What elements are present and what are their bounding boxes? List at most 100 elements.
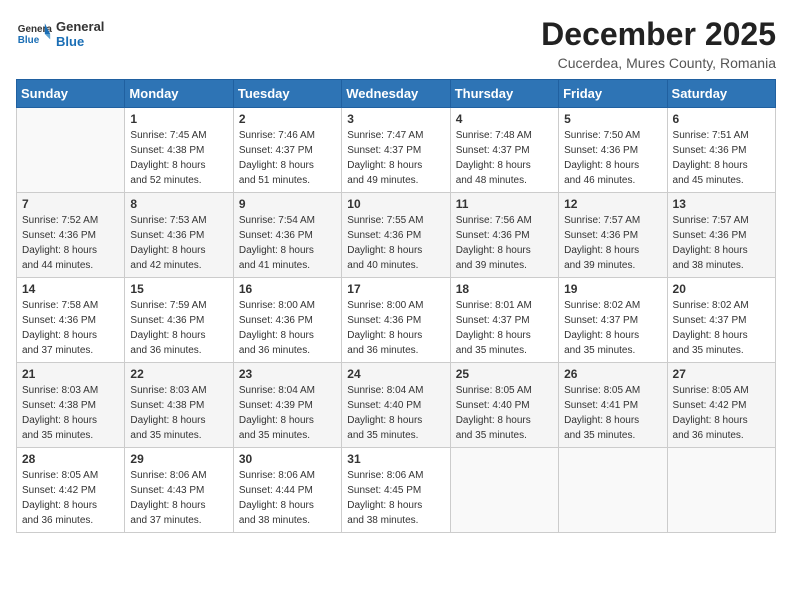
weekday-header-friday: Friday [559,80,667,108]
day-number: 8 [130,197,227,211]
logo-blue-text: Blue [56,34,104,49]
day-cell: 4 Sunrise: 7:48 AM Sunset: 4:37 PM Daylig… [450,108,558,193]
day-cell: 24Sunrise: 8:04 AM Sunset: 4:40 PM Dayli… [342,363,450,448]
day-cell: 29 Sunrise: 8:06 AM Sunset: 4:43 PM Dayli… [125,448,233,533]
day-cell: 13 Sunrise: 7:57 AM Sunset: 4:36 PM Dayli… [667,193,775,278]
day-info: Sunrise: 7:58 AM Sunset: 4:36 PM Dayligh… [22,298,119,358]
day-cell: 8 Sunrise: 7:53 AM Sunset: 4:36 PM Daylig… [125,193,233,278]
weekday-header-sunday: Sunday [17,80,125,108]
day-info: Sunrise: 7:57 AM Sunset: 4:36 PM Dayligh… [564,213,661,273]
logo: General Blue General Blue [16,16,104,52]
day-cell: 10 Sunrise: 7:55 AM Sunset: 4:36 PM Dayli… [342,193,450,278]
week-row-5: 28 Sunrise: 8:05 AM Sunset: 4:42 PM Dayli… [17,448,776,533]
day-info: Sunrise: 7:47 AM Sunset: 4:37 PM Dayligh… [347,128,444,188]
weekday-header-saturday: Saturday [667,80,775,108]
day-info: Sunrise: 8:03 AM Sunset: 4:38 PM Dayligh… [130,383,227,443]
day-number: 1 [130,112,227,126]
day-cell [450,448,558,533]
day-info: Sunrise: 7:59 AM Sunset: 4:36 PM Dayligh… [130,298,227,358]
day-info: Sunrise: 7:46 AM Sunset: 4:37 PM Dayligh… [239,128,336,188]
day-info: Sunrise: 8:06 AM Sunset: 4:43 PM Dayligh… [130,468,227,528]
day-number: 11 [456,197,553,211]
day-number: 16 [239,282,336,296]
day-number: 17 [347,282,444,296]
day-info: Sunrise: 7:52 AM Sunset: 4:36 PM Dayligh… [22,213,119,273]
calendar-table: SundayMondayTuesdayWednesdayThursdayFrid… [16,79,776,533]
weekday-header-tuesday: Tuesday [233,80,341,108]
day-number: 13 [673,197,770,211]
day-info: Sunrise: 8:02 AM Sunset: 4:37 PM Dayligh… [673,298,770,358]
day-info: Sunrise: 8:04 AM Sunset: 4:39 PM Dayligh… [239,383,336,443]
day-info: Sunrise: 7:54 AM Sunset: 4:36 PM Dayligh… [239,213,336,273]
day-info: Sunrise: 7:56 AM Sunset: 4:36 PM Dayligh… [456,213,553,273]
day-number: 7 [22,197,119,211]
day-cell: 2 Sunrise: 7:46 AM Sunset: 4:37 PM Daylig… [233,108,341,193]
day-info: Sunrise: 7:57 AM Sunset: 4:36 PM Dayligh… [673,213,770,273]
day-cell: 15 Sunrise: 7:59 AM Sunset: 4:36 PM Dayli… [125,278,233,363]
day-cell: 20 Sunrise: 8:02 AM Sunset: 4:37 PM Dayli… [667,278,775,363]
day-number: 5 [564,112,661,126]
day-info: Sunrise: 7:45 AM Sunset: 4:38 PM Dayligh… [130,128,227,188]
day-info: Sunrise: 8:05 AM Sunset: 4:40 PM Dayligh… [456,383,553,443]
day-number: 3 [347,112,444,126]
day-number: 30 [239,452,336,466]
day-number: 6 [673,112,770,126]
day-cell: 9 Sunrise: 7:54 AM Sunset: 4:36 PM Daylig… [233,193,341,278]
day-number: 28 [22,452,119,466]
day-cell: 12 Sunrise: 7:57 AM Sunset: 4:36 PM Dayli… [559,193,667,278]
location-subtitle: Cucerdea, Mures County, Romania [541,55,776,71]
day-number: 20 [673,282,770,296]
day-number: 9 [239,197,336,211]
day-number: 10 [347,197,444,211]
day-number: 15 [130,282,227,296]
day-info: Sunrise: 8:03 AM Sunset: 4:38 PM Dayligh… [22,383,119,443]
week-row-3: 14 Sunrise: 7:58 AM Sunset: 4:36 PM Dayli… [17,278,776,363]
day-cell: 3 Sunrise: 7:47 AM Sunset: 4:37 PM Daylig… [342,108,450,193]
day-number: 25 [456,367,553,381]
day-info: Sunrise: 8:06 AM Sunset: 4:44 PM Dayligh… [239,468,336,528]
svg-text:Blue: Blue [18,35,40,46]
day-number: 2 [239,112,336,126]
day-info: Sunrise: 8:05 AM Sunset: 4:41 PM Dayligh… [564,383,661,443]
day-cell: 22Sunrise: 8:03 AM Sunset: 4:38 PM Dayli… [125,363,233,448]
day-cell: 18Sunrise: 8:01 AM Sunset: 4:37 PM Dayli… [450,278,558,363]
day-cell [17,108,125,193]
day-cell: 25 Sunrise: 8:05 AM Sunset: 4:40 PM Dayli… [450,363,558,448]
day-info: Sunrise: 7:50 AM Sunset: 4:36 PM Dayligh… [564,128,661,188]
day-info: Sunrise: 8:00 AM Sunset: 4:36 PM Dayligh… [347,298,444,358]
day-cell: 26Sunrise: 8:05 AM Sunset: 4:41 PM Dayli… [559,363,667,448]
logo-general-text: General [56,19,104,34]
day-info: Sunrise: 8:06 AM Sunset: 4:45 PM Dayligh… [347,468,444,528]
day-info: Sunrise: 7:55 AM Sunset: 4:36 PM Dayligh… [347,213,444,273]
day-cell: 28 Sunrise: 8:05 AM Sunset: 4:42 PM Dayli… [17,448,125,533]
week-row-1: 1 Sunrise: 7:45 AM Sunset: 4:38 PM Daylig… [17,108,776,193]
day-number: 12 [564,197,661,211]
day-cell: 17 Sunrise: 8:00 AM Sunset: 4:36 PM Dayli… [342,278,450,363]
day-cell: 16 Sunrise: 8:00 AM Sunset: 4:36 PM Dayli… [233,278,341,363]
day-info: Sunrise: 8:05 AM Sunset: 4:42 PM Dayligh… [22,468,119,528]
day-cell [667,448,775,533]
day-cell: 1 Sunrise: 7:45 AM Sunset: 4:38 PM Daylig… [125,108,233,193]
page-header: General Blue General Blue December 2025 … [16,16,776,71]
day-cell: 19Sunrise: 8:02 AM Sunset: 4:37 PM Dayli… [559,278,667,363]
day-number: 14 [22,282,119,296]
day-cell: 27 Sunrise: 8:05 AM Sunset: 4:42 PM Dayli… [667,363,775,448]
title-area: December 2025 Cucerdea, Mures County, Ro… [541,16,776,71]
day-info: Sunrise: 8:05 AM Sunset: 4:42 PM Dayligh… [673,383,770,443]
day-info: Sunrise: 8:00 AM Sunset: 4:36 PM Dayligh… [239,298,336,358]
day-info: Sunrise: 8:04 AM Sunset: 4:40 PM Dayligh… [347,383,444,443]
day-info: Sunrise: 7:53 AM Sunset: 4:36 PM Dayligh… [130,213,227,273]
day-info: Sunrise: 8:01 AM Sunset: 4:37 PM Dayligh… [456,298,553,358]
day-number: 19 [564,282,661,296]
day-cell: 6 Sunrise: 7:51 AM Sunset: 4:36 PM Daylig… [667,108,775,193]
month-title: December 2025 [541,16,776,53]
day-number: 4 [456,112,553,126]
day-cell: 5 Sunrise: 7:50 AM Sunset: 4:36 PM Daylig… [559,108,667,193]
day-info: Sunrise: 7:51 AM Sunset: 4:36 PM Dayligh… [673,128,770,188]
day-info: Sunrise: 7:48 AM Sunset: 4:37 PM Dayligh… [456,128,553,188]
week-row-2: 7 Sunrise: 7:52 AM Sunset: 4:36 PM Daylig… [17,193,776,278]
day-number: 29 [130,452,227,466]
day-cell: 31Sunrise: 8:06 AM Sunset: 4:45 PM Dayli… [342,448,450,533]
weekday-header-row: SundayMondayTuesdayWednesdayThursdayFrid… [17,80,776,108]
day-number: 27 [673,367,770,381]
